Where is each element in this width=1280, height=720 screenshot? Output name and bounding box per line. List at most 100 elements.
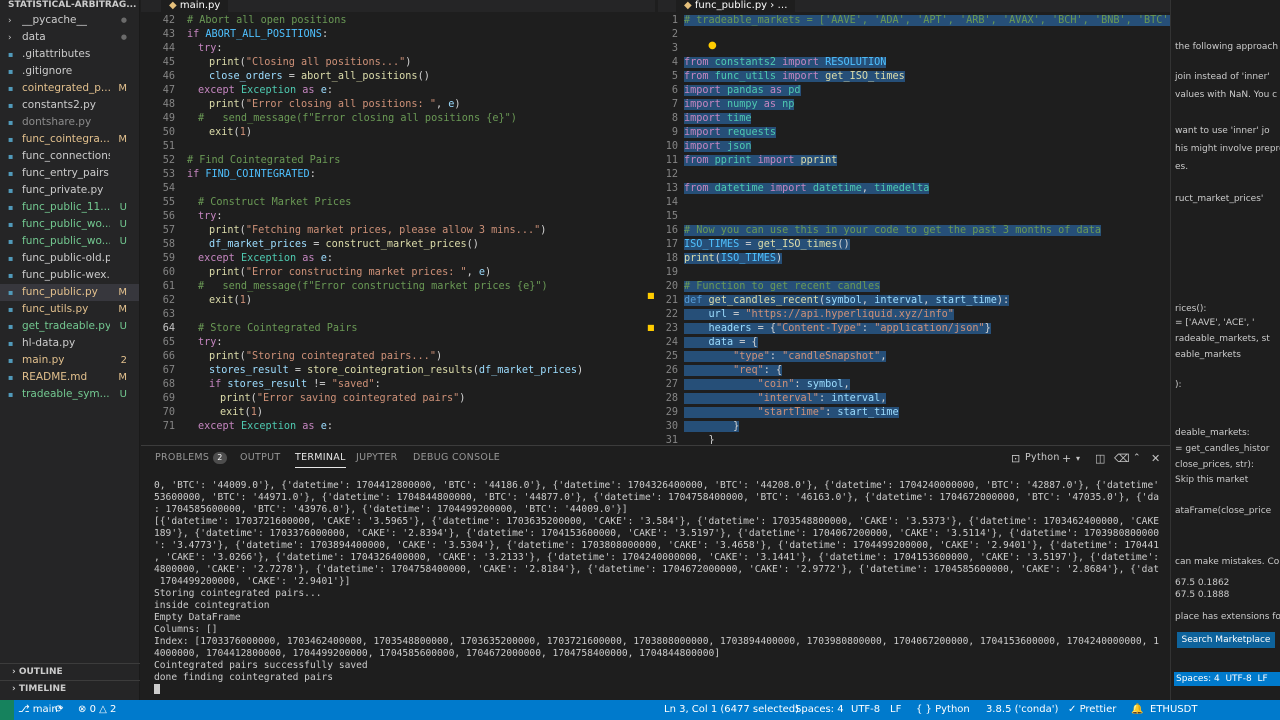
line-number: 67 — [162, 365, 175, 376]
terminal-cursor — [154, 684, 160, 694]
right-code-editor[interactable]: 1 # tradeable_markets = ['AAVE', 'ADA', '… — [658, 12, 1170, 444]
file-item[interactable]: ▪ func_private.py — [0, 182, 139, 199]
indentation[interactable]: Spaces: 4 — [795, 700, 844, 720]
git-status-badge: 2 — [120, 355, 127, 366]
cursor-position[interactable]: Ln 3, Col 1 (6477 selected) — [664, 700, 799, 720]
file-item[interactable]: › __pycache__ ● — [0, 12, 139, 29]
line-ending[interactable]: LF — [890, 700, 901, 720]
language-mode[interactable]: { } Python — [916, 700, 970, 720]
file-item[interactable]: ▪ .gitignore — [0, 63, 139, 80]
tab-main-py[interactable]: ◆ main.py — [161, 0, 229, 12]
code-line: 6 import pandas as pd — [658, 84, 1170, 98]
trash-icon[interactable]: ⌫ — [1114, 452, 1130, 465]
file-item[interactable]: ▪ func_public-wex.py — [0, 267, 139, 284]
add-terminal-icon[interactable]: + — [1062, 452, 1071, 465]
code-content: "interval": interval, — [684, 392, 887, 406]
code-token: print — [209, 57, 240, 68]
left-editor-tabbar: ◆ main.py — [141, 0, 655, 12]
line-number: 8 — [671, 113, 678, 124]
python-interpreter[interactable]: 3.8.5 ('conda') — [986, 700, 1058, 720]
ticker[interactable]: ETHUSDT — [1150, 700, 1197, 720]
remote-indicator[interactable] — [0, 700, 14, 720]
code-token: Exception — [240, 421, 303, 432]
file-name: dontshare.py — [22, 116, 92, 128]
code-token: print — [220, 393, 251, 404]
notification-bell-icon[interactable]: 🔔 — [1131, 700, 1143, 720]
file-icon: ▪ — [8, 84, 14, 93]
file-item[interactable]: ▪ tradeable_sym... U — [0, 386, 139, 403]
code-token: # Find Cointegrated Pairs — [187, 155, 341, 166]
file-item[interactable]: ▪ .gitattributes — [0, 46, 139, 63]
file-item[interactable]: ▪ get_tradeable.py U — [0, 318, 139, 335]
code-token: "type" — [733, 351, 770, 362]
lightbulb-icon[interactable]: ■ — [647, 291, 655, 300]
file-item[interactable]: ▪ func_public_11... U — [0, 199, 139, 216]
split-terminal-icon[interactable]: ◫ — [1095, 452, 1105, 465]
tab-jupyter[interactable]: JUPYTER — [356, 452, 398, 463]
code-token: : — [818, 393, 832, 404]
problems-count-badge: 2 — [213, 452, 227, 464]
file-name: func_public.py — [22, 286, 98, 298]
lightbulb-icon[interactable]: ● — [708, 40, 717, 51]
left-code-editor[interactable]: 42 # Abort all open positions 43 if ABORT_A… — [141, 12, 655, 444]
code-token: } — [684, 435, 715, 444]
tab-debug-console[interactable]: DEBUG CONSOLE — [413, 452, 500, 463]
chat-text-line: place has extensions fo — [1175, 612, 1280, 622]
file-icon: ▪ — [8, 305, 14, 314]
file-item[interactable]: ▪ func_public.py M — [0, 284, 139, 301]
tab-problems[interactable]: PROBLEMS 2 — [155, 452, 227, 464]
code-token: ( — [714, 253, 721, 264]
file-name: __pycache__ — [22, 14, 87, 26]
close-panel-icon[interactable]: ✕ — [1151, 452, 1160, 465]
encoding[interactable]: UTF-8 — [851, 700, 880, 720]
file-item[interactable]: ▪ func_public_wo... U — [0, 233, 139, 250]
file-item[interactable]: › data ● — [0, 29, 139, 46]
code-token: exit — [209, 295, 234, 306]
code-line: 55 # Construct Market Prices — [141, 196, 655, 210]
timeline-section[interactable]: › TIMELINE — [0, 680, 140, 697]
file-item[interactable]: ▪ func_utils.py M — [0, 301, 139, 318]
file-item[interactable]: ▪ func_public-old.py — [0, 250, 139, 267]
chevron-right-icon: › — [12, 667, 19, 677]
code-token: : — [374, 379, 381, 390]
file-item[interactable]: ▪ func_connections.py — [0, 148, 139, 165]
line-number: 2 — [671, 29, 678, 40]
search-marketplace-button[interactable]: Search Marketplace — [1177, 632, 1275, 648]
code-token: # Construct Market Prices — [198, 197, 352, 208]
tab-output[interactable]: OUTPUT — [240, 452, 281, 463]
code-token: from — [684, 183, 715, 194]
code-line: 11 from pprint import pprint — [658, 154, 1170, 168]
prettier-status[interactable]: ✓ Prettier — [1068, 700, 1116, 720]
file-item[interactable]: ▪ func_entry_pairs.py — [0, 165, 139, 182]
file-item[interactable]: ▪ func_public_wo... U — [0, 216, 139, 233]
sync-icon[interactable]: ⟳ — [55, 700, 63, 720]
code-token: start_time — [935, 295, 997, 306]
terminal-line: done finding cointegrated pairs — [154, 672, 334, 683]
lightbulb-icon[interactable]: ■ — [647, 323, 655, 332]
file-item[interactable]: ▪ README.md M — [0, 369, 139, 386]
code-token: if — [187, 169, 206, 180]
tab-terminal[interactable]: TERMINAL — [295, 452, 346, 468]
tab-func-public-py[interactable]: ◆ func_public.py › … — [676, 0, 796, 12]
problems-status[interactable]: ⊗ 0 △ 2 — [78, 700, 116, 720]
shell-selector[interactable]: Python — [1025, 452, 1060, 463]
file-item[interactable]: ▪ hl-data.py — [0, 335, 139, 352]
line-number: 52 — [162, 155, 175, 166]
code-line: 17 ISO_TIMES = get_ISO_times() — [658, 238, 1170, 252]
code-token: ISO_TIMES — [684, 239, 740, 250]
maximize-panel-icon[interactable]: ⌃ — [1133, 453, 1141, 463]
terminal-icon[interactable]: ⊡ — [1011, 452, 1020, 465]
terminal-output[interactable]: 0, 'BTC': '44009.0'}, {'datetime': 17044… — [154, 480, 1159, 700]
code-token: "Content-Type" — [776, 323, 862, 334]
code-token: : — [769, 351, 783, 362]
file-item[interactable]: ▪ dontshare.py — [0, 114, 139, 131]
file-item[interactable]: ▪ constants2.py — [0, 97, 139, 114]
file-item[interactable]: ▪ cointegrated_p... M — [0, 80, 139, 97]
file-item[interactable]: ▪ main.py 2 — [0, 352, 139, 369]
code-token: numpy — [726, 99, 764, 110]
code-line: 5 from func_utils import get_ISO_times — [658, 70, 1170, 84]
chevron-down-icon[interactable]: ▾ — [1076, 454, 1080, 463]
terminal-prompt[interactable] — [154, 684, 1159, 696]
outline-section[interactable]: › OUTLINE — [0, 663, 140, 680]
file-item[interactable]: ▪ func_cointegra... M — [0, 131, 139, 148]
